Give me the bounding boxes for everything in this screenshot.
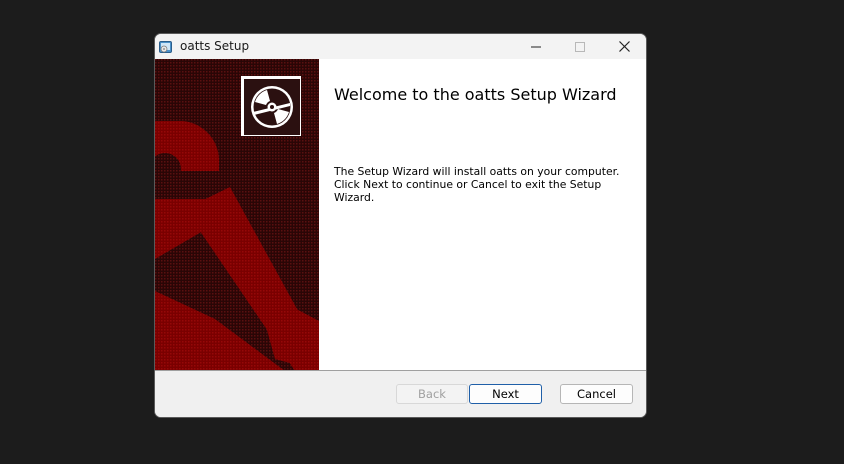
wizard-banner-image — [155, 59, 319, 371]
wizard-footer: Back Next Cancel — [155, 371, 646, 417]
installer-icon — [159, 39, 173, 53]
welcome-description: The Setup Wizard will install oatts on y… — [334, 165, 620, 204]
disc-icon — [241, 76, 301, 136]
page-title: Welcome to the oatts Setup Wizard — [334, 85, 617, 104]
close-button[interactable] — [602, 34, 646, 59]
next-button[interactable]: Next — [469, 384, 542, 404]
cancel-button[interactable]: Cancel — [560, 384, 633, 404]
title-bar[interactable]: oatts Setup — [155, 34, 646, 59]
minimize-button[interactable] — [513, 34, 558, 59]
setup-wizard-window: oatts Setup Welcome to the oatts Setup W… — [154, 33, 647, 418]
maximize-icon — [574, 37, 585, 56]
close-icon — [619, 37, 630, 56]
minimize-icon — [530, 37, 541, 56]
maximize-button[interactable] — [557, 34, 602, 59]
back-button[interactable]: Back — [396, 384, 468, 404]
welcome-panel: Welcome to the oatts Setup Wizard The Se… — [319, 59, 646, 371]
window-title: oatts Setup — [180, 39, 250, 53]
